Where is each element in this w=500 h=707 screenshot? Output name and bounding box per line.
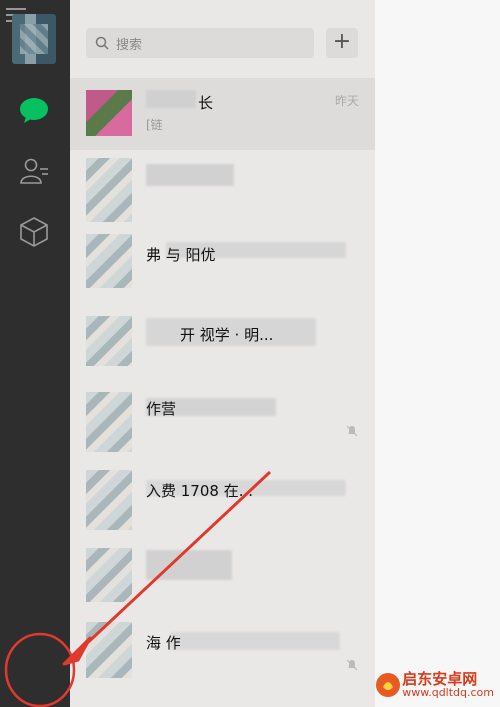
chat-avatar (86, 234, 132, 288)
sidebar (0, 0, 70, 707)
chat-name: 开 视学 · 明... (180, 326, 274, 344)
search-input[interactable]: 搜索 (86, 28, 314, 58)
mute-icon (346, 425, 358, 437)
chat-row[interactable]: 弗 与 阳优 (70, 222, 375, 294)
search-icon (95, 36, 109, 50)
chat-name: 弗 与 阳优 (146, 246, 216, 264)
chat-list-panel: 搜索 + 长 [链 昨天 弗 与 阳优 开 视学 · 明... 作营 入费 17… (70, 0, 375, 707)
chat-avatar (86, 90, 132, 136)
chat-avatar (86, 158, 132, 222)
chat-row[interactable]: 开 视学 · 明... (70, 300, 375, 372)
chat-row[interactable] (70, 150, 375, 222)
chat-preview: [链 (146, 118, 163, 132)
user-avatar[interactable] (12, 14, 56, 64)
chat-name: 海 作 (146, 634, 181, 652)
mute-icon (346, 659, 358, 671)
chat-avatar (86, 548, 132, 602)
contacts-icon[interactable] (16, 154, 52, 190)
chat-time: 昨天 (334, 94, 359, 108)
chat-row[interactable]: 海 作 (70, 612, 375, 684)
watermark-url: www.qdltdq.com (402, 686, 494, 699)
chat-name: 作营 (146, 400, 177, 418)
box-icon[interactable] (16, 214, 52, 250)
watermark-logo-icon (376, 673, 401, 697)
chat-row[interactable] (70, 534, 375, 606)
watermark: 启东安卓网 www.qdltdq.com (374, 671, 494, 699)
chat-name: 长 (198, 94, 214, 112)
chat-name: 入费 1708 在... (146, 482, 254, 500)
chat-avatar (86, 622, 132, 678)
chat-avatar (86, 316, 132, 366)
chat-row[interactable]: 长 [链 昨天 (70, 78, 375, 150)
chat-row[interactable]: 作营 (70, 378, 375, 452)
chat-icon[interactable] (16, 92, 52, 128)
search-placeholder: 搜索 (116, 38, 143, 53)
chat-row[interactable]: 入费 1708 在... (70, 456, 375, 530)
chat-avatar (86, 470, 132, 530)
watermark-title: 启东安卓网 (402, 670, 478, 688)
chat-avatar (86, 392, 132, 452)
add-button[interactable]: + (326, 28, 358, 58)
content-area: 启东安卓网 www.qdltdq.com (375, 0, 500, 707)
